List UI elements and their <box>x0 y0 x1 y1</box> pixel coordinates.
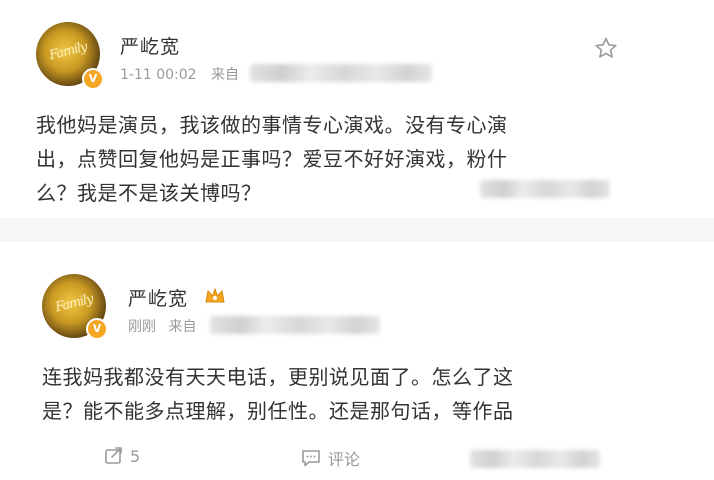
star-outline-icon[interactable] <box>594 36 618 60</box>
post-card-1: Family V 严屹宽 1-11 00:02 来自 我他妈是演员，我该做的事情… <box>0 0 714 218</box>
avatar-logo-text: Family <box>53 291 95 316</box>
post-source-label: 来自 <box>168 319 197 335</box>
post-timestamp: 刚刚 <box>128 319 156 335</box>
post-text: 连我妈我都没有天天电话，更别说见面了。怎么了这 是？能不能多点理解，别任性。还是… <box>42 365 514 423</box>
comment-icon <box>302 450 320 467</box>
post-source-label: 来自 <box>211 67 240 83</box>
post-timestamp: 1-11 00:02 <box>120 67 197 83</box>
post-meta: 刚刚 来自 <box>128 316 196 336</box>
post-card-2: Family V 严屹宽 刚刚 来自 连我妈我都没有天天电话，更别说见面了。怎么… <box>0 242 714 480</box>
blurred-like-area <box>470 450 600 468</box>
verified-icon: V <box>86 318 108 340</box>
post-meta: 1-11 00:02 来自 <box>120 64 239 84</box>
avatar-logo-text: Family <box>47 39 89 64</box>
repost-icon <box>105 447 122 464</box>
repost-count: 5 <box>130 446 141 466</box>
username[interactable]: 严屹宽 <box>120 32 180 59</box>
crown-badge-icon[interactable] <box>204 286 226 306</box>
comment-label: 评论 <box>328 450 361 469</box>
blurred-source <box>210 316 380 334</box>
repost-button[interactable]: 5 <box>104 446 140 466</box>
verified-icon: V <box>82 68 104 90</box>
username[interactable]: 严屹宽 <box>128 284 188 311</box>
comment-button[interactable]: 评论 <box>300 446 360 470</box>
blurred-source <box>250 64 432 82</box>
blurred-content <box>480 180 610 198</box>
